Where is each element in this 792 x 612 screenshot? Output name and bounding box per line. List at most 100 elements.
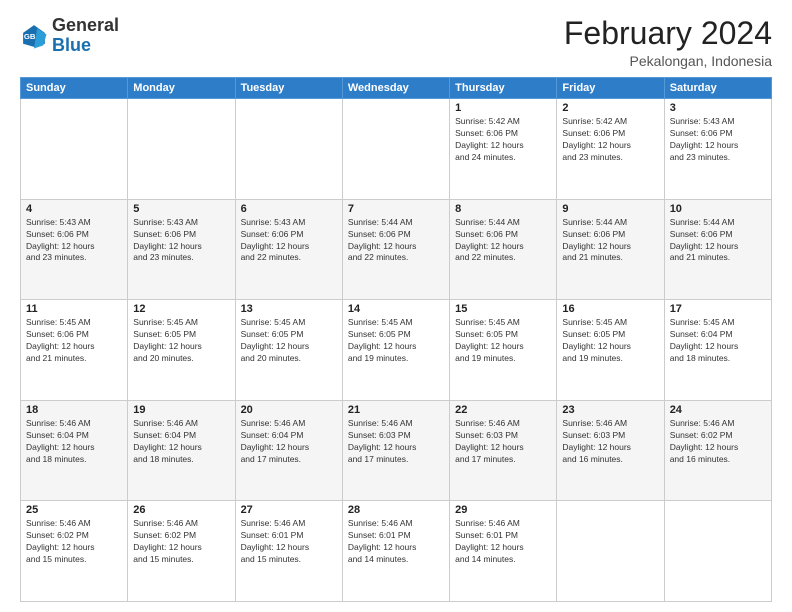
calendar-cell: 11Sunrise: 5:45 AM Sunset: 6:06 PM Dayli…: [21, 300, 128, 401]
day-info: Sunrise: 5:45 AM Sunset: 6:05 PM Dayligh…: [241, 317, 337, 365]
calendar-cell: 14 Sunrise: 5:45 AM Sunset: 6:05 PM Dayli…: [342, 300, 449, 401]
day-number: 22: [455, 404, 551, 416]
day-number: 12: [133, 303, 229, 315]
calendar-week-4: 18 Sunrise: 5:46 AM Sunset: 6:04 PM Dayli…: [21, 400, 772, 501]
day-info: Sunrise: 5:46 AM Sunset: 6:02 PM Dayligh…: [26, 518, 122, 566]
calendar-cell: 21 Sunrise: 5:46 AM Sunset: 6:03 PM Dayli…: [342, 400, 449, 501]
day-info: Sunrise: 5:46 AM Sunset: 6:02 PM Dayligh…: [670, 418, 766, 466]
day-number: 21: [348, 404, 444, 416]
calendar-cell: 17 Sunrise: 5:45 AM Sunset: 6:04 PM Dayli…: [664, 300, 771, 401]
svg-text:GB: GB: [24, 32, 36, 41]
calendar-cell: 29Sunrise: 5:46 AM Sunset: 6:01 PM Dayli…: [450, 501, 557, 602]
day-info: Sunrise: 5:42 AM Sunset: 6:06 PM Dayligh…: [562, 116, 658, 164]
calendar-cell: 24 Sunrise: 5:46 AM Sunset: 6:02 PM Dayli…: [664, 400, 771, 501]
calendar-cell: 20 Sunrise: 5:46 AM Sunset: 6:04 PM Dayli…: [235, 400, 342, 501]
day-info: Sunrise: 5:44 AM Sunset: 6:06 PM Dayligh…: [348, 217, 444, 265]
title-block: February 2024 Pekalongan, Indonesia: [564, 16, 772, 69]
day-number: 14: [348, 303, 444, 315]
calendar-week-1: 1 Sunrise: 5:42 AM Sunset: 6:06 PM Daylig…: [21, 99, 772, 200]
calendar-cell: [235, 99, 342, 200]
main-title: February 2024: [564, 16, 772, 51]
col-wednesday: Wednesday: [342, 78, 449, 99]
page: GB General Blue February 2024 Pekalongan…: [0, 0, 792, 612]
day-number: 27: [241, 504, 337, 516]
calendar-cell: 19 Sunrise: 5:46 AM Sunset: 6:04 PM Dayli…: [128, 400, 235, 501]
day-info: Sunrise: 5:43 AM Sunset: 6:06 PM Dayligh…: [670, 116, 766, 164]
day-number: 19: [133, 404, 229, 416]
day-info: Sunrise: 5:46 AM Sunset: 6:01 PM Dayligh…: [348, 518, 444, 566]
day-number: 16: [562, 303, 658, 315]
day-info: Sunrise: 5:46 AM Sunset: 6:03 PM Dayligh…: [348, 418, 444, 466]
calendar-cell: 4Sunrise: 5:43 AM Sunset: 6:06 PM Daylig…: [21, 199, 128, 300]
day-number: 2: [562, 102, 658, 114]
day-number: 3: [670, 102, 766, 114]
col-sunday: Sunday: [21, 78, 128, 99]
day-info: Sunrise: 5:46 AM Sunset: 6:01 PM Dayligh…: [241, 518, 337, 566]
calendar-cell: 1 Sunrise: 5:42 AM Sunset: 6:06 PM Daylig…: [450, 99, 557, 200]
calendar-week-3: 11Sunrise: 5:45 AM Sunset: 6:06 PM Dayli…: [21, 300, 772, 401]
day-number: 23: [562, 404, 658, 416]
calendar-cell: 23 Sunrise: 5:46 AM Sunset: 6:03 PM Dayli…: [557, 400, 664, 501]
logo-general-text: General: [52, 15, 119, 35]
day-info: Sunrise: 5:45 AM Sunset: 6:05 PM Dayligh…: [348, 317, 444, 365]
calendar-cell: 27 Sunrise: 5:46 AM Sunset: 6:01 PM Dayli…: [235, 501, 342, 602]
day-number: 29: [455, 504, 551, 516]
day-info: Sunrise: 5:43 AM Sunset: 6:06 PM Dayligh…: [241, 217, 337, 265]
day-number: 17: [670, 303, 766, 315]
logo-icon: GB: [20, 22, 48, 50]
day-number: 8: [455, 203, 551, 215]
col-saturday: Saturday: [664, 78, 771, 99]
day-info: Sunrise: 5:46 AM Sunset: 6:04 PM Dayligh…: [26, 418, 122, 466]
day-number: 6: [241, 203, 337, 215]
day-info: Sunrise: 5:46 AM Sunset: 6:02 PM Dayligh…: [133, 518, 229, 566]
calendar-cell: 9Sunrise: 5:44 AM Sunset: 6:06 PM Daylig…: [557, 199, 664, 300]
logo-text: General Blue: [52, 16, 119, 56]
calendar-cell: 28 Sunrise: 5:46 AM Sunset: 6:01 PM Dayli…: [342, 501, 449, 602]
day-number: 18: [26, 404, 122, 416]
subtitle: Pekalongan, Indonesia: [564, 53, 772, 69]
day-number: 28: [348, 504, 444, 516]
logo-blue-text: Blue: [52, 35, 91, 55]
day-number: 26: [133, 504, 229, 516]
col-thursday: Thursday: [450, 78, 557, 99]
day-info: Sunrise: 5:46 AM Sunset: 6:03 PM Dayligh…: [562, 418, 658, 466]
day-info: Sunrise: 5:43 AM Sunset: 6:06 PM Dayligh…: [133, 217, 229, 265]
calendar-cell: [342, 99, 449, 200]
calendar-cell: [664, 501, 771, 602]
col-friday: Friday: [557, 78, 664, 99]
calendar-cell: 3 Sunrise: 5:43 AM Sunset: 6:06 PM Daylig…: [664, 99, 771, 200]
day-number: 1: [455, 102, 551, 114]
day-number: 15: [455, 303, 551, 315]
day-info: Sunrise: 5:45 AM Sunset: 6:05 PM Dayligh…: [455, 317, 551, 365]
day-info: Sunrise: 5:44 AM Sunset: 6:06 PM Dayligh…: [670, 217, 766, 265]
day-info: Sunrise: 5:46 AM Sunset: 6:04 PM Dayligh…: [241, 418, 337, 466]
header: GB General Blue February 2024 Pekalongan…: [20, 16, 772, 69]
day-number: 20: [241, 404, 337, 416]
day-number: 5: [133, 203, 229, 215]
day-info: Sunrise: 5:45 AM Sunset: 6:04 PM Dayligh…: [670, 317, 766, 365]
calendar-table: Sunday Monday Tuesday Wednesday Thursday…: [20, 77, 772, 602]
calendar-cell: 13 Sunrise: 5:45 AM Sunset: 6:05 PM Dayli…: [235, 300, 342, 401]
col-tuesday: Tuesday: [235, 78, 342, 99]
day-number: 7: [348, 203, 444, 215]
calendar-week-5: 25 Sunrise: 5:46 AM Sunset: 6:02 PM Dayli…: [21, 501, 772, 602]
calendar-week-2: 4Sunrise: 5:43 AM Sunset: 6:06 PM Daylig…: [21, 199, 772, 300]
day-number: 24: [670, 404, 766, 416]
calendar-cell: 2 Sunrise: 5:42 AM Sunset: 6:06 PM Daylig…: [557, 99, 664, 200]
day-number: 9: [562, 203, 658, 215]
day-info: Sunrise: 5:46 AM Sunset: 6:04 PM Dayligh…: [133, 418, 229, 466]
day-info: Sunrise: 5:44 AM Sunset: 6:06 PM Dayligh…: [455, 217, 551, 265]
day-info: Sunrise: 5:42 AM Sunset: 6:06 PM Dayligh…: [455, 116, 551, 164]
day-number: 13: [241, 303, 337, 315]
calendar-cell: [557, 501, 664, 602]
calendar-cell: 10Sunrise: 5:44 AM Sunset: 6:06 PM Dayli…: [664, 199, 771, 300]
calendar-cell: 5 Sunrise: 5:43 AM Sunset: 6:06 PM Daylig…: [128, 199, 235, 300]
col-monday: Monday: [128, 78, 235, 99]
calendar-cell: 16 Sunrise: 5:45 AM Sunset: 6:05 PM Dayli…: [557, 300, 664, 401]
calendar-cell: [21, 99, 128, 200]
day-number: 25: [26, 504, 122, 516]
calendar-cell: 26 Sunrise: 5:46 AM Sunset: 6:02 PM Dayli…: [128, 501, 235, 602]
day-info: Sunrise: 5:45 AM Sunset: 6:06 PM Dayligh…: [26, 317, 122, 365]
calendar-cell: 6 Sunrise: 5:43 AM Sunset: 6:06 PM Daylig…: [235, 199, 342, 300]
day-info: Sunrise: 5:45 AM Sunset: 6:05 PM Dayligh…: [562, 317, 658, 365]
